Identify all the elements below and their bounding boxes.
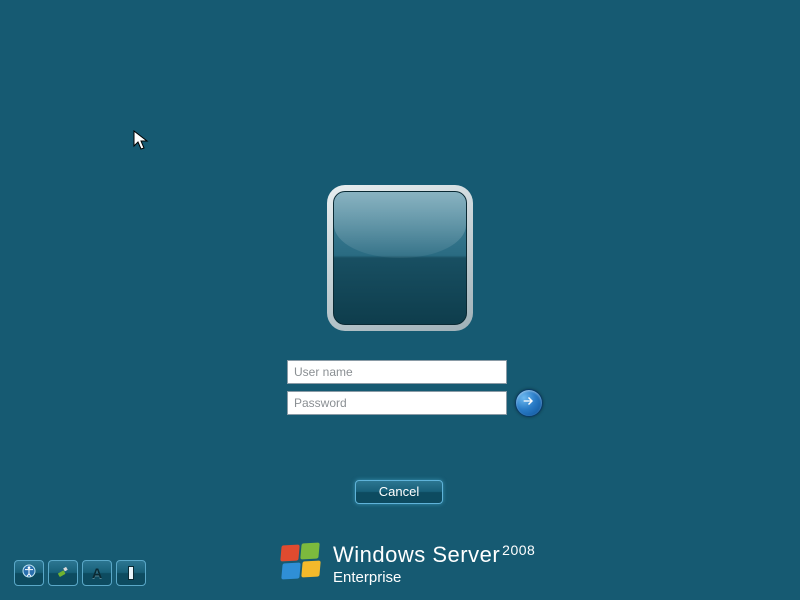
high-contrast-button[interactable]: A (82, 560, 112, 586)
arrow-right-icon (521, 393, 537, 414)
brand-edition: Enterprise (333, 570, 535, 587)
on-screen-keyboard-button[interactable] (116, 560, 146, 586)
accessibility-toolbar: A (14, 560, 146, 586)
user-picture-tile (327, 185, 473, 331)
windows-flag-icon (281, 543, 323, 583)
mouse-cursor-icon (133, 130, 149, 152)
username-input[interactable] (287, 360, 507, 384)
cancel-button[interactable]: Cancel (355, 480, 443, 504)
ease-of-access-button[interactable] (14, 560, 44, 586)
brand-prefix: Windows (333, 542, 426, 567)
keyboard-icon (128, 566, 134, 580)
brand-product: Server (432, 542, 500, 567)
login-form (287, 360, 547, 422)
usb-key-button[interactable] (48, 560, 78, 586)
branding-text: Windows Server2008 Enterprise (333, 543, 535, 586)
password-input[interactable] (287, 391, 507, 415)
high-contrast-icon: A (92, 565, 102, 581)
os-branding: Windows Server2008 Enterprise (281, 543, 535, 586)
submit-button[interactable] (515, 389, 543, 417)
ease-of-access-icon (21, 563, 37, 584)
usb-key-icon (55, 563, 71, 584)
password-row (287, 391, 547, 415)
brand-year: 2008 (502, 542, 535, 558)
user-picture-inner (333, 191, 467, 325)
